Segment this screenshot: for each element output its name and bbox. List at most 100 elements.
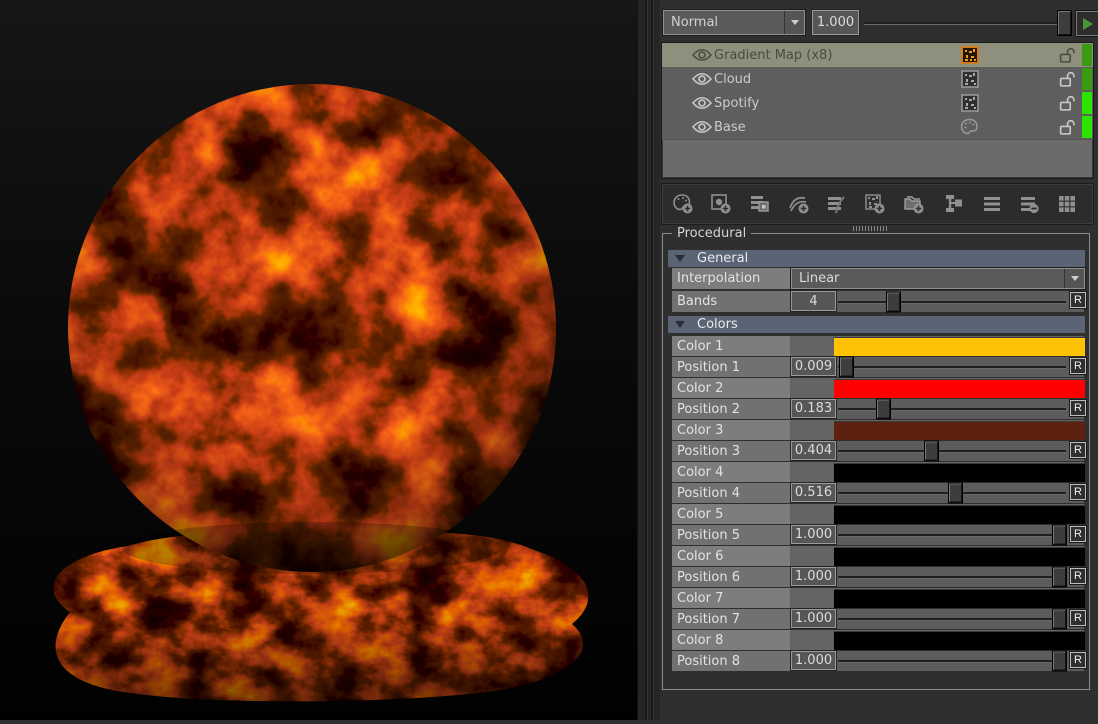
position-slider-handle[interactable] <box>840 358 853 377</box>
color-swatch[interactable] <box>834 547 1085 566</box>
layer-row[interactable]: Cloud <box>662 67 1093 92</box>
section-header-general[interactable]: General <box>668 250 1085 267</box>
position-slider[interactable] <box>838 357 1066 377</box>
position-slider[interactable] <box>838 525 1066 545</box>
position-field[interactable]: 1.000 <box>791 525 836 544</box>
copy-layer-button[interactable] <box>746 191 774 217</box>
add-vector-layer-button[interactable] <box>785 191 813 217</box>
position-slider[interactable] <box>838 441 1066 461</box>
interpolation-dropdown[interactable]: Linear <box>791 268 1085 289</box>
position-slider-handle[interactable] <box>1053 568 1066 587</box>
blend-mode-dropdown[interactable]: Normal <box>663 10 805 35</box>
add-group-button[interactable] <box>900 191 928 217</box>
layers-properties-panel: Normal 1.000 Gradient Map (x8) <box>660 0 1098 720</box>
position-slider-handle[interactable] <box>877 400 890 419</box>
unlock-icon[interactable] <box>1058 71 1075 88</box>
position-field[interactable]: 0.404 <box>791 441 836 460</box>
add-paint-layer-button[interactable] <box>669 191 697 217</box>
color-swatch[interactable] <box>834 379 1085 398</box>
chevron-down-icon <box>1064 269 1084 288</box>
layers-toolbar <box>661 183 1094 225</box>
position-field[interactable]: 1.000 <box>791 609 836 628</box>
reset-button[interactable]: R <box>1070 292 1086 308</box>
procedural-layer-icon[interactable] <box>961 70 979 88</box>
position-slider[interactable] <box>838 609 1066 629</box>
opacity-field[interactable]: 1.000 <box>812 10 859 35</box>
play-button[interactable] <box>1076 11 1098 36</box>
bands-slider-handle[interactable] <box>887 292 900 311</box>
layer-row[interactable]: Gradient Map (x8) <box>662 43 1093 68</box>
layer-row[interactable]: Spotify <box>662 91 1093 116</box>
add-layer-button[interactable] <box>707 191 735 217</box>
reset-button[interactable]: R <box>1070 652 1086 668</box>
unlock-icon[interactable] <box>1058 95 1075 112</box>
slider-track[interactable] <box>838 576 1066 579</box>
visibility-eye-icon[interactable] <box>692 48 712 62</box>
color-swatch[interactable] <box>834 505 1085 524</box>
remove-layer-button[interactable] <box>1015 191 1043 217</box>
unlock-icon[interactable] <box>1058 47 1075 64</box>
procedural-layer-icon[interactable] <box>961 46 979 64</box>
visibility-eye-icon[interactable] <box>692 120 712 134</box>
panel-splitter[interactable] <box>637 0 661 720</box>
bands-field[interactable]: 4 <box>791 291 836 311</box>
reset-button[interactable]: R <box>1070 610 1086 626</box>
position-slider-handle[interactable] <box>1053 526 1066 545</box>
visibility-eye-icon[interactable] <box>692 96 712 110</box>
list-view-button[interactable] <box>978 191 1006 217</box>
layer-node-graph-button[interactable] <box>939 191 967 217</box>
palette-icon[interactable] <box>960 118 979 136</box>
slider-track[interactable] <box>838 366 1066 369</box>
position-label: Position 5 <box>672 525 790 545</box>
interpolation-value: Linear <box>799 271 839 286</box>
reset-button[interactable]: R <box>1070 400 1086 416</box>
reset-button[interactable]: R <box>1070 484 1086 500</box>
position-field[interactable]: 0.009 <box>791 357 836 376</box>
layer-row[interactable]: Base <box>662 115 1093 140</box>
position-field[interactable]: 0.516 <box>791 483 836 502</box>
reset-button[interactable]: R <box>1070 358 1086 374</box>
color-swatch[interactable] <box>834 631 1085 650</box>
color-swatch[interactable] <box>834 463 1085 482</box>
section-header-colors[interactable]: Colors <box>668 316 1085 333</box>
position-field[interactable]: 1.000 <box>791 651 836 670</box>
viewport-3d[interactable] <box>0 0 637 720</box>
horizontal-splitter-grip[interactable] <box>853 226 889 231</box>
cache-status-badge <box>1082 92 1092 114</box>
layers-list: Gradient Map (x8) Cloud <box>661 42 1094 179</box>
position-field[interactable]: 0.183 <box>791 399 836 418</box>
slider-track[interactable] <box>838 408 1066 411</box>
unlock-icon[interactable] <box>1058 119 1075 136</box>
position-value: 0.009 <box>795 359 832 374</box>
position-slider[interactable] <box>838 483 1066 503</box>
add-procedural-layer-button[interactable] <box>861 191 889 217</box>
bands-slider[interactable] <box>838 291 1066 312</box>
merge-layers-button[interactable] <box>822 191 850 217</box>
procedural-layer-icon[interactable] <box>961 94 979 112</box>
position-slider-handle[interactable] <box>925 442 938 461</box>
position-slider[interactable] <box>838 399 1066 419</box>
reset-button[interactable]: R <box>1070 442 1086 458</box>
position-field[interactable]: 1.000 <box>791 567 836 586</box>
reset-button[interactable]: R <box>1070 526 1086 542</box>
slider-track[interactable] <box>838 660 1066 663</box>
bands-value: 4 <box>809 294 817 309</box>
opacity-slider-handle[interactable] <box>1058 11 1071 35</box>
slider-track[interactable] <box>838 301 1066 304</box>
opacity-slider[interactable] <box>864 10 1071 35</box>
slider-track[interactable] <box>838 618 1066 621</box>
visibility-eye-icon[interactable] <box>692 72 712 86</box>
position-slider[interactable] <box>838 567 1066 587</box>
slider-track[interactable] <box>838 534 1066 537</box>
color-swatch[interactable] <box>834 589 1085 608</box>
color-swatch[interactable] <box>834 337 1085 356</box>
opacity-slider-track[interactable] <box>864 22 1071 25</box>
position-slider-handle[interactable] <box>949 484 962 503</box>
position-slider-handle[interactable] <box>1053 652 1066 671</box>
reset-button[interactable]: R <box>1070 568 1086 584</box>
position-slider-handle[interactable] <box>1053 610 1066 629</box>
color-swatch[interactable] <box>834 421 1085 440</box>
slider-track[interactable] <box>838 450 1066 453</box>
grid-view-button[interactable] <box>1053 191 1081 217</box>
position-slider[interactable] <box>838 651 1066 671</box>
